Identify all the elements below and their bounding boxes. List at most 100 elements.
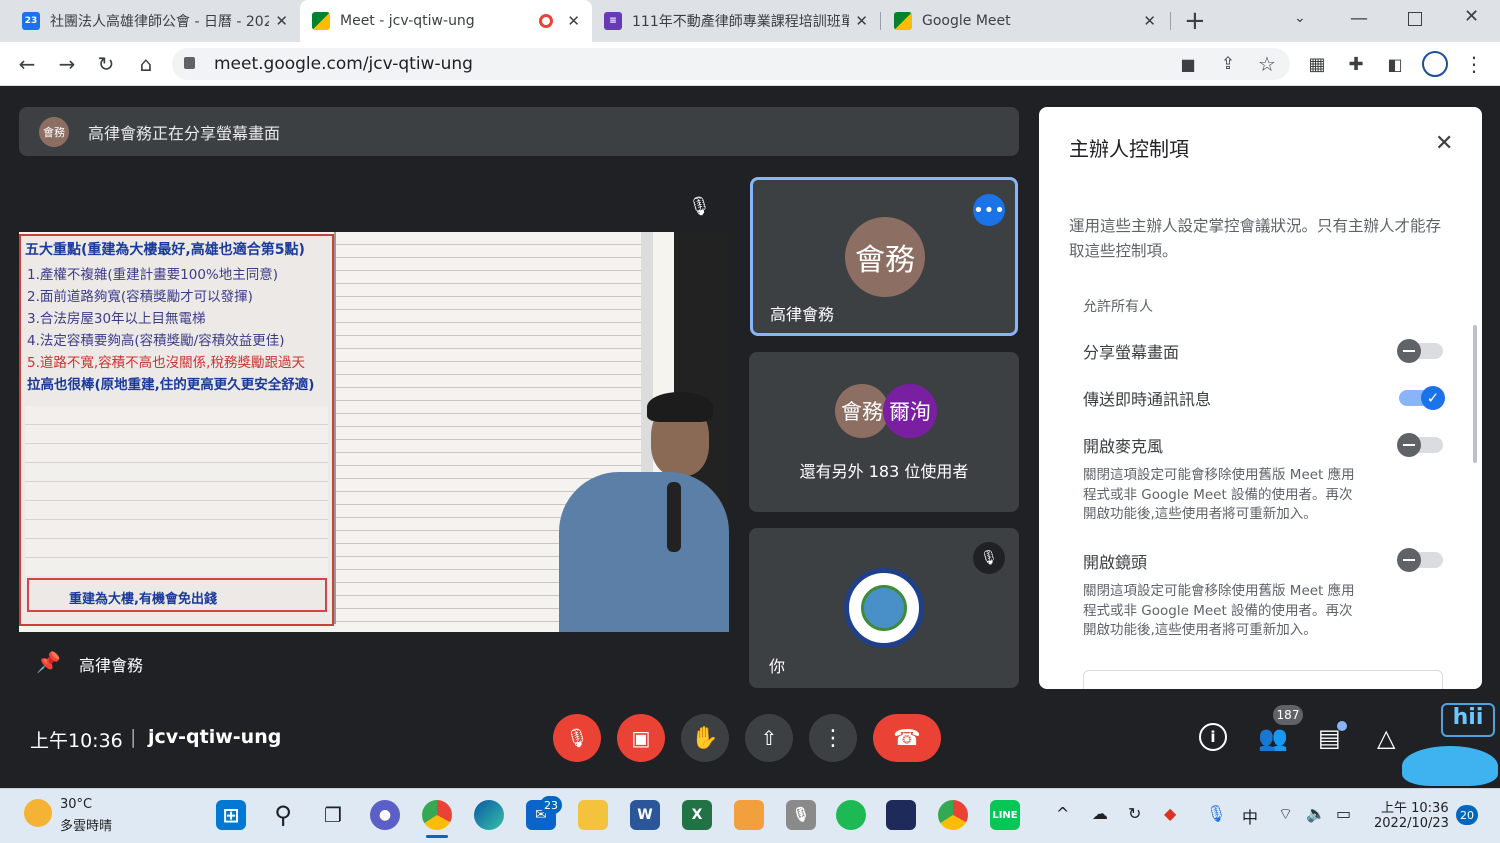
chat-toggle[interactable] [1399, 386, 1445, 410]
dropbox-icon[interactable]: ◆ [1164, 804, 1176, 823]
close-icon[interactable]: ✕ [567, 12, 580, 30]
profile-avatar[interactable] [1422, 51, 1448, 77]
leave-call-button[interactable]: ☎ [873, 714, 941, 762]
grid-extension-icon[interactable]: ▦ [1305, 52, 1329, 76]
reload-icon[interactable]: ↻ [94, 52, 118, 76]
raise-hand-button[interactable]: ✋ [681, 714, 729, 762]
ime-indicator[interactable]: 中 [1242, 804, 1258, 828]
line-icon[interactable]: LINE [990, 800, 1020, 830]
tray-overflow-icon[interactable]: ^ [1056, 804, 1069, 823]
clock-time[interactable]: 上午 10:36 [1381, 797, 1449, 816]
menu-icon[interactable]: ⋮ [1462, 52, 1486, 76]
weather-icon[interactable] [24, 799, 52, 827]
others-tile[interactable]: 會務 爾洵 還有另外 183 位使用者 [749, 352, 1019, 512]
tab-meet-active[interactable]: Meet - jcv-qtiw-ung ✕ [300, 0, 592, 42]
wifi-icon[interactable]: ⌔ [1278, 804, 1293, 824]
webex-icon[interactable] [886, 800, 916, 830]
back-icon[interactable]: ← [15, 52, 39, 76]
note-line: 程式或非 Google Meet 設備的使用者。再次 [1083, 486, 1353, 503]
separator: | [130, 726, 137, 748]
more-vert-icon: ⋮ [822, 725, 844, 751]
participant-tile-active[interactable]: 會務 ••• 高律會務 [750, 177, 1018, 336]
weather-desc[interactable]: 多雲時晴 [60, 815, 112, 834]
lock-icon[interactable] [184, 57, 195, 69]
toggle-label-camera: 開啟鏡頭 [1083, 553, 1148, 572]
tab-forms[interactable]: ≡ 111年不動產律師專業課程培訓班單 ✕ [592, 0, 880, 42]
edge-icon[interactable] [474, 800, 504, 830]
slide-highlight: 重建為大樓,有機會免出錢 [27, 578, 327, 612]
chrome-profile-icon[interactable] [938, 800, 968, 830]
tab-calendar[interactable]: 23 社團法人高雄律師公會 - 日曆 - 202 ✕ [10, 0, 300, 42]
note-line: 開啟功能後,這些使用者將可重新加入。 [1083, 506, 1317, 522]
tab-separator [1170, 12, 1171, 30]
close-panel-icon[interactable]: ✕ [1435, 131, 1453, 156]
forward-icon[interactable]: → [55, 52, 79, 76]
toggle-knob [1397, 339, 1421, 363]
tab-search-icon[interactable]: ⌄ [1294, 10, 1306, 26]
panel-scrollbar[interactable] [1473, 325, 1477, 463]
sync-icon[interactable]: ↻ [1128, 804, 1141, 823]
slide-point: 4.法定容積要夠高(容積獎勵/容積效益更佳) [27, 333, 285, 349]
activities-icon[interactable]: △ [1377, 724, 1395, 752]
weather-temp[interactable]: 30°C [60, 797, 92, 812]
meeting-code: jcv-qtiw-ung [148, 726, 282, 748]
battery-icon[interactable]: ▭ [1336, 804, 1351, 823]
mic-off-button[interactable]: 🎙 [553, 714, 601, 762]
side-panel-icon[interactable]: ◧ [1383, 52, 1407, 76]
clock-date[interactable]: 2022/10/23 [1374, 816, 1449, 831]
toggle-label-chat: 傳送即時通訊訊息 [1083, 390, 1212, 409]
share-icon[interactable]: ⇪ [1216, 52, 1240, 76]
extensions-icon[interactable]: ✚ [1344, 52, 1368, 76]
mic-toggle[interactable] [1397, 433, 1443, 457]
search-icon[interactable]: ⚲ [268, 800, 298, 830]
file-explorer-icon[interactable] [578, 800, 608, 830]
chrome-icon[interactable] [422, 800, 452, 830]
tab-strip: 23 社團法人高雄律師公會 - 日曆 - 202 ✕ Meet - jcv-qt… [0, 0, 1500, 42]
minimize-icon[interactable]: — [1350, 8, 1368, 29]
close-icon[interactable]: ✕ [275, 12, 288, 30]
chat-app-icon[interactable]: ● [370, 800, 400, 830]
mic-off-icon: 🎙 [565, 727, 589, 749]
mic-tray-icon[interactable]: 🎙 [1206, 804, 1226, 823]
photo-app-icon[interactable] [734, 800, 764, 830]
voice-recorder-icon[interactable]: 🎙 [786, 800, 816, 830]
camera-toggle[interactable] [1397, 548, 1443, 572]
excel-icon[interactable]: X [682, 800, 712, 830]
pin-icon[interactable]: 📌 [36, 650, 61, 674]
more-options-icon[interactable]: ••• [973, 194, 1005, 226]
url-text[interactable]: meet.google.com/jcv-qtiw-ung [214, 54, 473, 74]
camera-icon[interactable]: ■ [1176, 52, 1200, 76]
slide-left-panel: 五大重點(重建為大樓最好,高雄也適合第5點) 1.產權不複雜(重建計畫要100%… [19, 234, 334, 626]
chat-unread-dot [1337, 721, 1347, 731]
start-icon[interactable]: ⊞ [216, 800, 246, 830]
camera-off-button[interactable]: ▣ [617, 714, 665, 762]
slide-point: 1.產權不複雜(重建計畫要100%地主同意) [27, 267, 279, 283]
mail-badge: 23 [540, 796, 562, 814]
more-options-button[interactable]: ⋮ [809, 714, 857, 762]
bookmark-star-icon[interactable]: ☆ [1255, 52, 1279, 76]
tab-separator [880, 12, 881, 30]
panel-description: 運用這些主辦人設定掌控會議狀況。只有主辦人才能存取這些控制項。 [1069, 217, 1442, 260]
task-view-icon[interactable]: ❐ [318, 800, 348, 830]
new-tab-icon[interactable]: + [1184, 6, 1206, 36]
tab-google-meet[interactable]: Google Meet ✕ [882, 0, 1168, 42]
present-button[interactable]: ⇧ [745, 714, 793, 762]
spotify-icon[interactable] [836, 800, 866, 830]
meeting-time: 上午10:36 [30, 730, 123, 752]
restore-icon[interactable] [1408, 12, 1422, 26]
close-icon[interactable]: ✕ [1143, 12, 1156, 30]
info-icon[interactable]: i [1199, 723, 1227, 751]
self-tile[interactable]: 🎙 你 [749, 528, 1019, 688]
slide-points: 1.產權不複雜(重建計畫要100%地主同意) 2.面前道路夠寬(容積獎勵才可以發… [21, 262, 332, 398]
close-window-icon[interactable]: ✕ [1464, 6, 1479, 27]
close-icon[interactable]: ✕ [855, 12, 868, 30]
word-icon[interactable]: W [630, 800, 660, 830]
home-icon[interactable]: ⌂ [134, 52, 158, 76]
people-icon[interactable]: 👥 [1258, 724, 1288, 752]
volume-icon[interactable]: 🔈 [1306, 804, 1326, 823]
notification-badge[interactable]: 20 [1456, 805, 1478, 825]
onedrive-icon[interactable]: ☁ [1092, 804, 1108, 823]
main-video[interactable]: 五大重點(重建為大樓最好,高雄也適合第5點) 1.產權不複雜(重建計畫要100%… [19, 232, 729, 632]
microphone [667, 482, 681, 552]
share-screen-toggle[interactable] [1397, 339, 1443, 363]
